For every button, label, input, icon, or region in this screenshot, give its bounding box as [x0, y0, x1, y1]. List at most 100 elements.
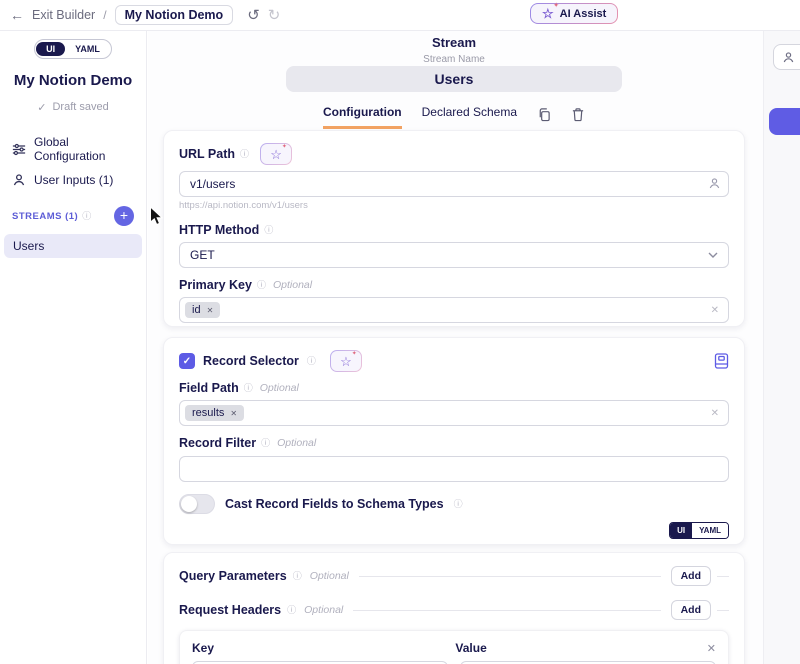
- url-path-label: URL Path: [179, 147, 235, 161]
- record-selector-ui-yaml-toggle[interactable]: UI YAML: [669, 522, 729, 539]
- chevron-down-icon: [708, 252, 718, 259]
- sidebar-item-user-inputs[interactable]: User Inputs (1): [0, 168, 146, 192]
- connector-title: My Notion Demo: [0, 72, 146, 89]
- optional-label: Optional: [310, 570, 349, 582]
- record-selector-checkbox[interactable]: ✓: [179, 353, 195, 369]
- remove-tag-icon[interactable]: ✕: [230, 409, 237, 418]
- divider-line: [359, 576, 661, 577]
- request-headers-label: Request Headers: [179, 603, 281, 617]
- divider-line: [717, 610, 729, 611]
- toggle-knob: [181, 496, 197, 512]
- back-arrow-icon[interactable]: ←: [10, 7, 24, 23]
- toggle-ui-option[interactable]: UI: [36, 42, 65, 56]
- divider-line: [717, 576, 729, 577]
- add-stream-button[interactable]: +: [114, 206, 134, 226]
- header-key-label: Key: [192, 641, 443, 655]
- tab-configuration[interactable]: Configuration: [323, 105, 402, 129]
- user-variable-icon[interactable]: [708, 177, 721, 193]
- cast-fields-label: Cast Record Fields to Schema Types: [225, 497, 444, 511]
- http-method-value: GET: [190, 248, 215, 262]
- mouse-cursor: [149, 206, 164, 227]
- draft-status: ✓ Draft saved: [0, 101, 146, 114]
- info-icon: ⓘ: [261, 439, 270, 448]
- sidebar-item-label: User Inputs (1): [34, 173, 113, 187]
- add-request-header-button[interactable]: Add: [671, 600, 711, 620]
- exit-builder-link[interactable]: Exit Builder: [32, 8, 95, 22]
- request-headers-row: Request Headers ⓘ Optional Add: [179, 599, 729, 621]
- user-icon: [782, 51, 795, 64]
- stream-name-input[interactable]: [286, 66, 622, 92]
- streams-header-label: STREAMS (1): [12, 211, 78, 222]
- info-icon: ⓘ: [293, 572, 302, 581]
- ai-assist-button[interactable]: ☆✦ AI Assist: [530, 3, 618, 24]
- remove-header-icon[interactable]: ✕: [707, 642, 716, 655]
- record-selector-header: ✓ Record Selector ⓘ ☆✦: [179, 350, 729, 372]
- info-icon: ⓘ: [264, 226, 273, 235]
- sidebar: UI YAML My Notion Demo ✓ Draft saved Glo…: [0, 31, 147, 664]
- test-stream-button[interactable]: [769, 108, 800, 135]
- sparkle-icon: ☆✦: [542, 7, 554, 20]
- tag-chip-label: id: [192, 304, 201, 316]
- toggle-yaml-option[interactable]: YAML: [65, 42, 110, 56]
- request-header-item: Key Value ✕: [179, 630, 729, 664]
- testing-panel-collapsed: [763, 31, 800, 664]
- ui-yaml-toggle[interactable]: UI YAML: [34, 39, 112, 59]
- record-selector-ai-button[interactable]: ☆✦: [330, 350, 362, 372]
- stream-editor-panel: Stream Stream Name Configuration Declare…: [148, 31, 763, 664]
- streams-header: STREAMS (1) ⓘ +: [0, 206, 146, 226]
- clear-field-icon[interactable]: ✕: [711, 408, 719, 419]
- info-icon: ⓘ: [82, 212, 91, 221]
- delete-stream-icon[interactable]: [571, 107, 585, 127]
- sparkle-icon: ☆✦: [340, 355, 352, 368]
- optional-label: Optional: [304, 604, 343, 616]
- toggle-ui-option[interactable]: UI: [670, 523, 692, 538]
- sidebar-item-global-configuration[interactable]: Global Configuration: [0, 130, 146, 168]
- record-filter-input[interactable]: [179, 456, 729, 482]
- http-method-select[interactable]: GET: [179, 242, 729, 268]
- url-path-ai-button[interactable]: ☆✦: [260, 143, 292, 165]
- primary-key-label: Primary Key: [179, 278, 252, 292]
- ai-assist-inner: ☆✦ AI Assist: [531, 4, 617, 23]
- tag-chip-label: results: [192, 407, 224, 419]
- primary-key-tag-input[interactable]: id ✕ ✕: [179, 297, 729, 323]
- cast-fields-toggle[interactable]: [179, 494, 215, 514]
- info-icon: ⓘ: [244, 384, 253, 393]
- url-preview: https://api.notion.com/v1/users: [179, 200, 729, 211]
- undo-icon[interactable]: ↺: [247, 6, 260, 24]
- field-path-tag-input[interactable]: results ✕ ✕: [179, 400, 729, 426]
- add-query-parameter-button[interactable]: Add: [671, 566, 711, 586]
- http-method-label: HTTP Method: [179, 223, 259, 237]
- tag-chip: results ✕: [185, 405, 244, 421]
- header-value-label: Value: [455, 641, 706, 655]
- testing-values-button[interactable]: [773, 44, 800, 70]
- info-icon: ⓘ: [454, 500, 463, 509]
- clear-field-icon[interactable]: ✕: [711, 305, 719, 316]
- info-icon: ⓘ: [240, 150, 249, 159]
- tab-declared-schema[interactable]: Declared Schema: [422, 105, 517, 129]
- sparkle-icon: ☆✦: [270, 148, 282, 161]
- query-parameters-row: Query Parameters ⓘ Optional Add: [179, 565, 729, 587]
- request-options-card: Query Parameters ⓘ Optional Add Request …: [163, 552, 745, 664]
- check-icon: ✓: [37, 101, 46, 114]
- sidebar-nav: Global Configuration User Inputs (1): [0, 130, 146, 192]
- field-path-row: Field Path ⓘ Optional: [179, 381, 729, 395]
- project-name-box[interactable]: My Notion Demo: [115, 5, 234, 25]
- remove-tag-icon[interactable]: ✕: [207, 306, 214, 315]
- toggle-yaml-option[interactable]: YAML: [692, 523, 728, 538]
- draft-status-label: Draft saved: [52, 101, 108, 114]
- stream-section-title: Stream: [163, 35, 745, 50]
- sidebar-stream-users[interactable]: Users: [4, 234, 142, 258]
- record-filter-row: Record Filter ⓘ Optional: [179, 436, 729, 450]
- sidebar-item-label: Global Configuration: [34, 135, 134, 163]
- redo-icon[interactable]: ↻: [268, 6, 281, 24]
- primary-key-row: Primary Key ⓘ Optional: [179, 278, 729, 292]
- docs-icon[interactable]: [714, 353, 729, 369]
- topbar: ← Exit Builder / My Notion Demo ↺ ↻ ☆✦ A…: [0, 0, 800, 31]
- url-path-input[interactable]: [179, 171, 729, 197]
- tag-chip: id ✕: [185, 302, 220, 318]
- header-labels-row: Key Value ✕: [192, 641, 716, 655]
- user-icon: [12, 173, 26, 187]
- copy-stream-icon[interactable]: [537, 107, 551, 127]
- connector-builder-app: ← Exit Builder / My Notion Demo ↺ ↻ ☆✦ A…: [0, 0, 800, 664]
- cast-fields-row: Cast Record Fields to Schema Types ⓘ: [179, 494, 729, 514]
